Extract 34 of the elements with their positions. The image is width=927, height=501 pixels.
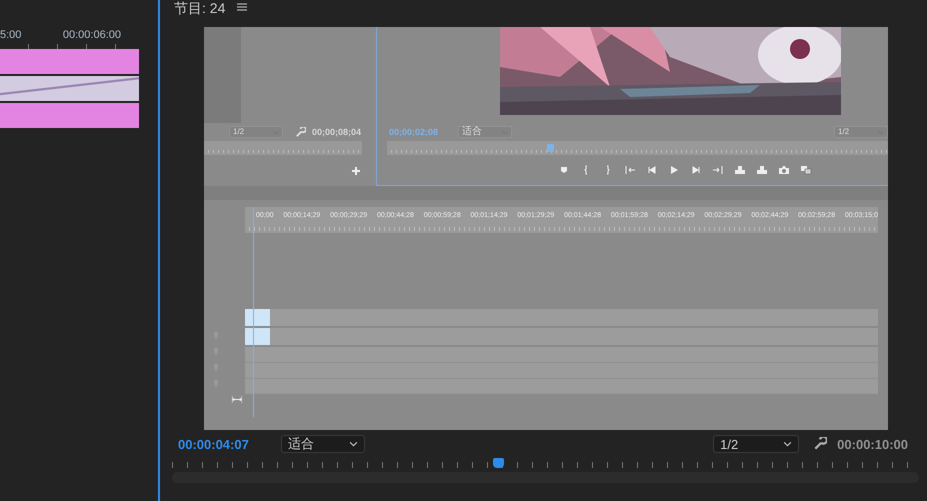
step-forward-icon[interactable] (690, 165, 702, 175)
timecode: 00;00;08;04 (312, 127, 362, 137)
audio-clip[interactable] (245, 328, 270, 345)
zoom-dropdown[interactable]: 适合 (281, 435, 365, 453)
resolution-dropdown[interactable]: 1/2 (229, 126, 283, 138)
marker-icon[interactable] (558, 165, 570, 175)
panel-title[interactable]: 节目: 24 (174, 0, 226, 16)
duration-timecode: 00:00:10:00 (837, 436, 908, 452)
video-clip[interactable] (245, 309, 270, 326)
ruler-label: 00:00:06:00 (62, 28, 121, 43)
step-back-icon[interactable] (646, 165, 658, 175)
fit-icon[interactable] (232, 396, 242, 403)
chevron-icon (783, 441, 792, 447)
resolution-dropdown[interactable]: 1/2 (713, 435, 800, 453)
zoom-dropdown[interactable]: 适合 (458, 126, 512, 138)
camera-icon[interactable] (778, 165, 790, 175)
play-icon[interactable] (668, 165, 680, 175)
video-clip[interactable] (0, 49, 139, 74)
compare-icon[interactable] (800, 165, 812, 175)
resolution-dropdown[interactable]: 1/2 (834, 126, 888, 138)
playhead[interactable] (493, 458, 504, 468)
video-clip[interactable] (0, 103, 139, 128)
timecode: 00;00;02;08 (389, 127, 438, 137)
wrench-icon[interactable] (813, 437, 828, 451)
current-timecode[interactable]: 00:00:04:07 (178, 436, 281, 452)
menu-icon[interactable] (237, 3, 248, 11)
go-in-icon[interactable] (624, 165, 636, 175)
lift-icon[interactable] (734, 165, 746, 175)
extract-icon[interactable] (756, 165, 768, 175)
ruler-label: 5:00 (0, 28, 22, 43)
audio-clip[interactable] (0, 76, 139, 101)
chevron-icon (349, 441, 358, 447)
add-icon[interactable] (352, 166, 360, 174)
go-out-icon[interactable] (712, 165, 724, 175)
